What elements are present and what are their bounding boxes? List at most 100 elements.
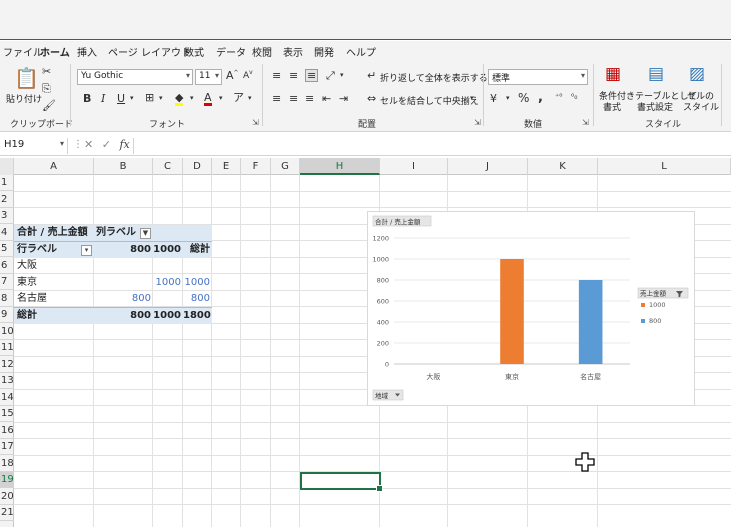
align-center-icon[interactable]: ≡	[289, 93, 298, 104]
column-header-g[interactable]: G	[271, 158, 300, 175]
pivot-cell[interactable]: 1000	[153, 275, 181, 291]
paste-button[interactable]: 貼り付け	[6, 92, 42, 105]
align-middle-icon[interactable]: ≡	[289, 70, 298, 81]
column-header-e[interactable]: E	[212, 158, 241, 175]
number-launcher-icon[interactable]: ⇲	[582, 118, 589, 127]
select-all-button[interactable]	[0, 158, 14, 175]
copy-icon[interactable]: ⎘	[42, 83, 51, 94]
align-top-icon[interactable]: ≡	[272, 70, 281, 81]
row-header[interactable]: 5	[0, 241, 14, 257]
row-header[interactable]: 1	[0, 175, 14, 191]
font-color-icon[interactable]: A	[204, 92, 212, 106]
grow-font-icon[interactable]: A^	[226, 70, 239, 81]
format-as-table-icon[interactable]: ▤	[648, 66, 664, 83]
tab-home[interactable]: ホーム	[40, 44, 70, 63]
row-header[interactable]: 13	[0, 373, 14, 389]
decrease-decimal-icon[interactable]: ⁰₀	[571, 93, 577, 101]
tab-developer[interactable]: 開発	[314, 44, 334, 59]
row-header[interactable]: 20	[0, 489, 14, 505]
row-header[interactable]: 7	[0, 274, 14, 290]
chevron-down-icon[interactable]: ▾	[506, 95, 510, 102]
chevron-down-icon[interactable]: ▾	[340, 72, 344, 79]
tab-formulas[interactable]: 数式	[184, 44, 204, 59]
cut-icon[interactable]: ✂	[42, 66, 51, 77]
pivot-cell[interactable]: 800	[183, 291, 210, 307]
tab-help[interactable]: ヘルプ	[346, 44, 376, 59]
row-header[interactable]: 15	[0, 406, 14, 422]
alignment-launcher-icon[interactable]: ⇲	[474, 118, 481, 127]
pivot-row-label-nagoya[interactable]: 名古屋	[17, 291, 47, 307]
name-box[interactable]: H19 ▾	[0, 138, 68, 154]
merge-center-button[interactable]: セルを結合して中央揃え	[380, 94, 479, 107]
paste-icon[interactable]: 📋	[14, 68, 39, 88]
row-header[interactable]: 3	[0, 208, 14, 224]
row-header[interactable]: 12	[0, 357, 14, 373]
merge-center-icon[interactable]: ⇔	[367, 93, 376, 104]
format-as-table-line2[interactable]: 書式設定	[637, 100, 673, 113]
comma-style-icon[interactable]: ,	[538, 91, 543, 104]
bold-icon[interactable]: B	[83, 93, 91, 104]
orientation-icon[interactable]: ⤢	[326, 70, 335, 81]
italic-icon[interactable]: I	[101, 93, 105, 104]
chevron-down-icon[interactable]: ▾	[248, 95, 252, 102]
phonetic-icon[interactable]: ア	[233, 92, 244, 103]
align-right-icon[interactable]: ≡	[305, 93, 314, 104]
font-launcher-icon[interactable]: ⇲	[252, 118, 259, 127]
column-header-b[interactable]: B	[94, 158, 153, 175]
row-header[interactable]: 18	[0, 456, 14, 472]
chevron-down-icon[interactable]: ▾	[159, 95, 163, 102]
dropdown-icon[interactable]: ▾	[81, 245, 92, 256]
column-header-c[interactable]: C	[153, 158, 183, 175]
font-size-select[interactable]: 11 ▾	[195, 69, 222, 85]
border-icon[interactable]: ⊞	[145, 92, 154, 103]
chevron-down-icon[interactable]: ▾	[130, 95, 134, 102]
chevron-down-icon[interactable]: ▾	[190, 95, 194, 102]
pivot-cell[interactable]: 1000	[183, 275, 210, 291]
tab-data[interactable]: データ	[216, 44, 246, 59]
pivot-cell[interactable]: 800	[94, 291, 151, 307]
tab-view[interactable]: 表示	[283, 44, 303, 59]
chevron-down-icon[interactable]: ▾	[470, 95, 474, 102]
column-header-k[interactable]: K	[528, 158, 598, 175]
row-header[interactable]: 14	[0, 390, 14, 406]
row-header[interactable]: 4	[0, 225, 14, 241]
filter-icon[interactable]: ▼	[140, 228, 151, 239]
column-header-i[interactable]: I	[380, 158, 448, 175]
column-header-a[interactable]: A	[14, 158, 94, 175]
row-header[interactable]: 10	[0, 324, 14, 340]
column-header-l[interactable]: L	[598, 158, 731, 175]
tab-file[interactable]: ファイル	[3, 44, 43, 59]
row-header[interactable]: 16	[0, 423, 14, 439]
cancel-icon[interactable]: ✕	[84, 138, 93, 151]
enter-icon[interactable]: ✓	[102, 138, 111, 151]
increase-indent-icon[interactable]: ⇥	[339, 93, 348, 104]
shrink-font-icon[interactable]: Av	[243, 70, 253, 81]
fill-color-icon[interactable]: ◆	[175, 92, 184, 106]
tab-insert[interactable]: 挿入	[77, 44, 97, 59]
chevron-down-icon[interactable]: ▾	[219, 95, 223, 102]
underline-icon[interactable]: U	[117, 93, 125, 104]
row-header[interactable]: 6	[0, 258, 14, 274]
row-header[interactable]: 17	[0, 439, 14, 455]
conditional-formatting-icon[interactable]: ▦	[605, 66, 621, 83]
pivot-column-label[interactable]: 列ラベル	[96, 225, 136, 241]
row-header-selected[interactable]: 19	[0, 472, 14, 488]
column-header-f[interactable]: F	[241, 158, 271, 175]
number-format-select[interactable]: 標準 ▾	[488, 69, 588, 85]
fx-icon[interactable]: fx	[119, 138, 129, 151]
row-header[interactable]: 8	[0, 291, 14, 307]
conditional-formatting-line2[interactable]: 書式	[603, 100, 621, 113]
row-header[interactable]: 11	[0, 340, 14, 356]
pivot-row-label[interactable]: 行ラベル	[17, 242, 57, 258]
pivot-value-field[interactable]: 合計 / 売上金額	[17, 225, 88, 241]
active-cell-h19[interactable]	[300, 472, 383, 492]
column-header-j[interactable]: J	[448, 158, 528, 175]
pivot-row-label-osaka[interactable]: 大阪	[17, 258, 37, 274]
currency-icon[interactable]: ¥	[490, 93, 497, 104]
font-name-select[interactable]: Yu Gothic ▾	[77, 69, 193, 85]
cell-styles-icon[interactable]: ▨	[689, 66, 705, 83]
cell-styles-line2[interactable]: スタイル	[683, 100, 719, 113]
align-left-icon[interactable]: ≡	[272, 93, 281, 104]
pivot-row-label-tokyo[interactable]: 東京	[17, 275, 37, 291]
decrease-indent-icon[interactable]: ⇤	[322, 93, 331, 104]
